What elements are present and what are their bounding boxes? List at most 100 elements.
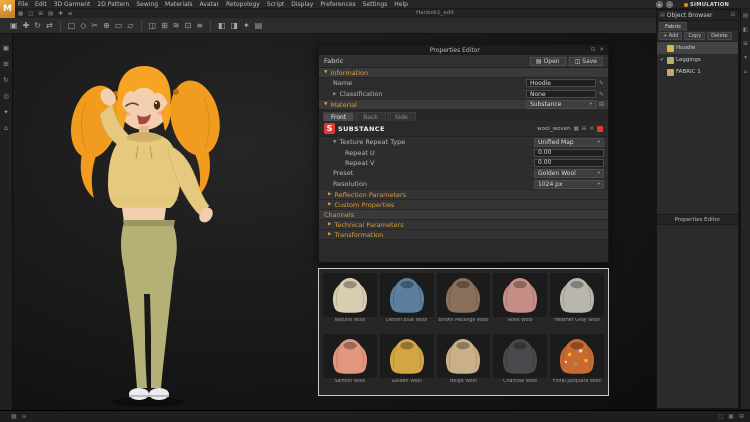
tool-icon[interactable]: ↻ [34,21,41,30]
tool-icon[interactable]: ▱ [127,21,133,30]
tool-icon[interactable]: ≋ [173,21,180,30]
menu-item-2d-pattern[interactable]: 2D Pattern [97,1,129,8]
quick-icon[interactable]: ▦ [18,11,23,17]
texture-repeat-dropdown[interactable]: Unified Map ▾ [534,137,604,147]
left-tool-icon[interactable]: ✦ [3,108,8,116]
menu-item-materials[interactable]: Materials [165,1,193,8]
tab-back[interactable]: Back [355,112,386,121]
preset-thumbnail[interactable]: Charcoal Wool [493,333,548,392]
repeat-v-input[interactable]: 0.00 [534,158,604,167]
menu-item-file[interactable]: File [18,1,28,8]
preset-thumbnail[interactable]: Brown Melange Wool [436,273,491,331]
section-channels[interactable]: Channels [319,210,608,220]
delete-button[interactable]: Delete [707,32,732,40]
status-icon[interactable]: ≡ [22,413,27,420]
quick-icon[interactable]: ⊞ [38,11,43,17]
tool-icon[interactable]: ◫ [149,21,157,30]
name-input[interactable]: Hoodie [525,79,596,87]
tool-icon[interactable]: ▤ [255,21,263,30]
tool-icon[interactable]: ▭ [115,21,123,30]
preset-thumbnail[interactable]: Denim Blue Wool [379,273,434,331]
notification-icon[interactable]: ◔ [666,1,673,8]
preset-thumbnail[interactable]: Golden Wool [379,333,434,392]
left-tool-icon[interactable]: ⊞ [3,60,8,68]
status-icon[interactable]: ▦ [11,413,17,420]
tool-icon[interactable]: ✦ [243,21,250,30]
panel-toggle-icon[interactable]: ◧ [743,27,748,33]
collapse-icon[interactable]: ⊟ [731,12,735,18]
preset-thumbnail[interactable]: Rose Wool [493,273,548,331]
preset-dropdown[interactable]: Golden Wool ▾ [534,168,604,178]
panel-toggle-icon[interactable]: ⊞ [743,41,748,47]
section-technical-parameters[interactable]: ▶ Technical Parameters [319,220,608,230]
add-button[interactable]: + Add [659,32,683,40]
collapse-icon[interactable]: ⊟ [582,126,587,132]
open-button[interactable]: ▤ Open [529,56,566,66]
menu-item-help[interactable]: Help [394,1,408,8]
preset-thumbnail[interactable]: Salmon Wool [323,333,377,392]
save-button[interactable]: ◫ Save [568,56,603,66]
list-item[interactable]: FABRIC 1 [657,66,738,78]
repeat-u-input[interactable]: 0.00 [534,148,604,157]
quick-icon[interactable]: ≡ [68,11,73,17]
list-item[interactable]: ✓ Leggings [657,54,738,66]
docked-properties-editor-header[interactable]: Properties Editor [657,214,738,225]
tool-icon[interactable]: ◧ [218,21,226,30]
tab-front[interactable]: Front [323,112,355,121]
preset-thumbnail[interactable]: Beige Wool [436,333,491,392]
left-tool-icon[interactable]: ◎ [3,92,9,100]
tool-icon[interactable]: ⇄ [46,21,53,30]
menu-item-settings[interactable]: Settings [363,1,388,8]
menu-item-3d-garment[interactable]: 3D Garment [54,1,91,8]
tool-icon[interactable]: ▣ [10,21,18,30]
quick-icon[interactable]: ▤ [48,11,53,17]
quick-icon[interactable]: ◫ [28,11,33,17]
menu-item-script[interactable]: Script [267,1,284,8]
close-icon[interactable]: ✕ [599,47,604,53]
preset-thumbnail[interactable]: Natural Wool [323,273,377,331]
material-add-icon[interactable]: ⊞ [599,101,604,108]
classification-value[interactable]: None [525,90,596,98]
panel-toggle-icon[interactable]: ⌂ [744,69,748,75]
edit-pencil-icon[interactable]: ✎ [599,80,604,87]
status-icon[interactable]: ⊞ [739,413,744,420]
tool-icon[interactable]: ✂ [91,21,98,30]
status-icon[interactable]: ▣ [728,413,734,420]
quick-icon[interactable]: ✚ [58,11,63,17]
section-material[interactable]: ▼ Material Substance ▾ ⊞ [319,100,608,110]
tool-icon[interactable]: ⊡ [184,21,191,30]
list-item[interactable]: Hoodie [657,42,738,54]
menu-item-edit[interactable]: Edit [35,1,47,8]
menu-item-retopology[interactable]: Retopology [226,1,260,8]
section-information[interactable]: ▼ Information [319,68,608,78]
object-browser-header[interactable]: ▤ Object Browser ⊟ [657,10,738,21]
section-custom-properties[interactable]: ▶ Custom Properties [319,200,608,210]
menu-item-preferences[interactable]: Preferences [320,1,355,8]
tool-icon[interactable]: ◇ [80,21,86,30]
left-tool-icon[interactable]: ▣ [3,44,9,52]
material-type-dropdown[interactable]: Substance ▾ [525,100,596,109]
panel-toggle-icon[interactable]: ▤ [743,13,748,19]
copy-button[interactable]: Copy [684,32,706,40]
tab-fabric[interactable]: Fabric [659,22,688,31]
tool-icon[interactable]: ⊕ [103,21,110,30]
grid-icon[interactable]: ▦ [574,126,579,132]
resolution-dropdown[interactable]: 1024 px ▾ [534,179,604,189]
panel-toggle-icon[interactable]: ✦ [743,55,748,61]
tool-icon[interactable]: ◨ [230,21,238,30]
section-transformation[interactable]: ▶ Transformation [319,230,608,240]
tool-icon[interactable]: □ [68,21,76,30]
substance-color-chip[interactable] [597,125,603,132]
edit-pencil-icon[interactable]: ✎ [599,91,604,98]
tool-icon[interactable]: ⊞ [161,21,168,30]
user-avatar-icon[interactable]: ◉ [656,1,663,8]
left-tool-icon[interactable]: ↻ [3,76,8,84]
tool-icon[interactable]: ✚ [23,21,30,30]
preset-thumbnail[interactable]: Heather Gray Wool [550,273,604,331]
status-icon[interactable]: ▢ [718,413,724,420]
tool-icon[interactable]: ≡ [196,21,203,30]
properties-editor-titlebar[interactable]: Properties Editor ⊡ ✕ [319,45,608,55]
menu-item-display[interactable]: Display [291,1,313,8]
menu-item-sewing[interactable]: Sewing [136,1,158,8]
tab-side[interactable]: Side [386,112,416,121]
